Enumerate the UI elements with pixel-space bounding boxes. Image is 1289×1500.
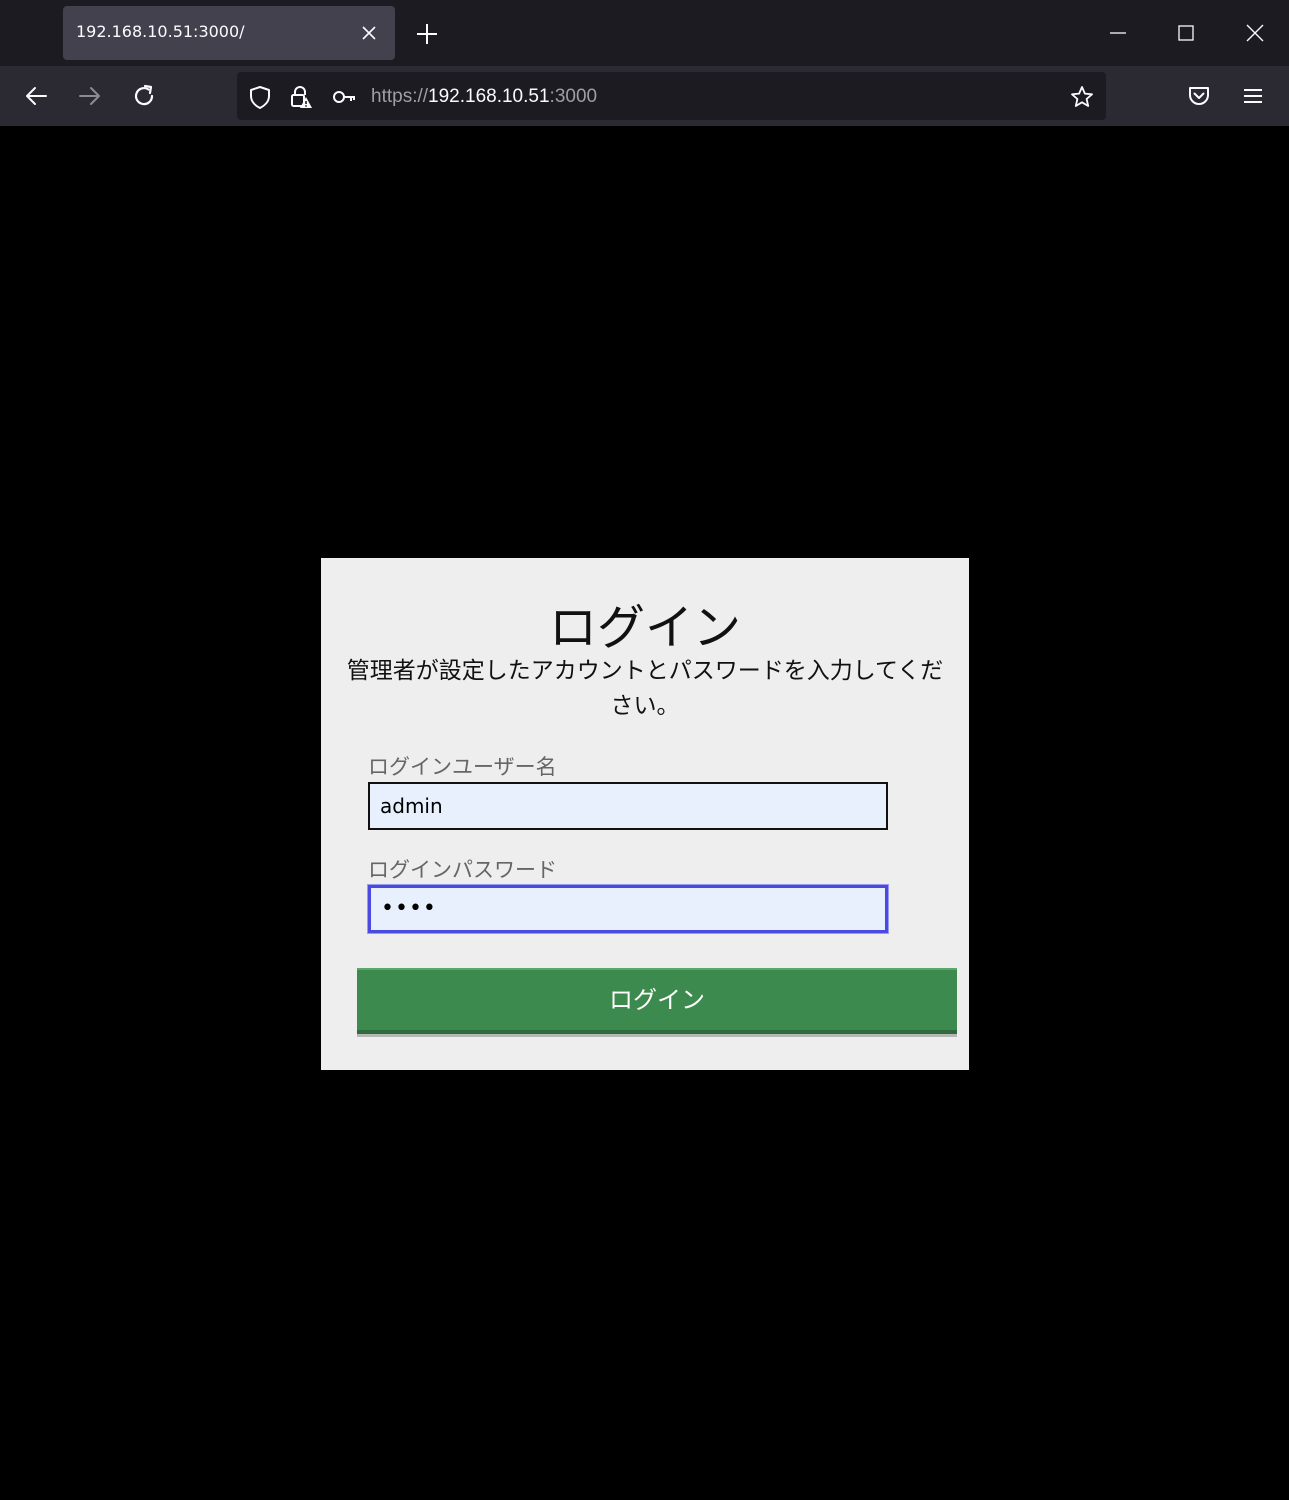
username-label: ログインユーザー名 <box>368 755 557 779</box>
login-card: ログイン 管理者が設定したアカウントとパスワードを入力してください。 ログインユ… <box>321 558 969 1070</box>
insecure-lock-icon[interactable] <box>287 84 313 110</box>
url-port: :3000 <box>549 86 598 107</box>
reload-icon[interactable] <box>130 82 158 110</box>
hamburger-menu-icon[interactable] <box>1239 82 1267 110</box>
url-bar[interactable]: https://192.168.10.51:3000 <box>237 72 1106 120</box>
password-label: ログインパスワード <box>368 858 557 882</box>
maximize-icon[interactable] <box>1171 18 1201 48</box>
username-input[interactable] <box>368 782 888 830</box>
login-description: 管理者が設定したアカウントとパスワードを入力してください。 <box>346 658 944 719</box>
tab-title: 192.168.10.51:3000/ <box>76 22 245 41</box>
pocket-icon[interactable] <box>1185 82 1213 110</box>
key-icon[interactable] <box>331 84 357 110</box>
tracking-protection-shield-icon[interactable] <box>247 84 273 110</box>
minimize-icon[interactable] <box>1103 18 1133 48</box>
url-scheme: https:// <box>371 86 429 107</box>
page-title: ログイン <box>548 600 741 656</box>
password-input[interactable]: •••• <box>368 885 888 933</box>
url-host: 192.168.10.51 <box>428 86 550 107</box>
close-icon[interactable] <box>357 21 381 45</box>
tab-active[interactable]: 192.168.10.51:3000/ <box>63 6 395 60</box>
arrow-left-icon[interactable] <box>22 82 50 110</box>
login-button[interactable]: ログイン <box>357 968 957 1034</box>
tab-strip: 192.168.10.51:3000/ <box>0 0 1289 66</box>
navigation-bar: https://192.168.10.51:3000 <box>0 66 1289 126</box>
url-text[interactable]: https://192.168.10.51:3000 <box>371 86 597 108</box>
browser-window: 192.168.10.51:3000/ https://192.168.10.5… <box>0 0 1289 1500</box>
window-close-icon[interactable] <box>1240 18 1270 48</box>
plus-icon[interactable] <box>413 20 441 48</box>
arrow-right-icon[interactable] <box>76 82 104 110</box>
star-icon[interactable] <box>1069 84 1095 110</box>
